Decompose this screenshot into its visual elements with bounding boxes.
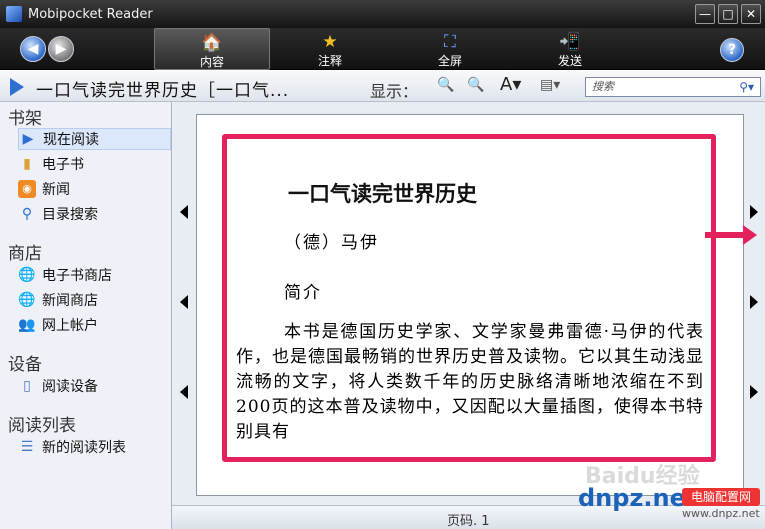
window-title: Mobipocket Reader: [28, 6, 153, 22]
book-title: 一口气读完世界历史［一口气...: [36, 81, 290, 101]
search-placeholder: 搜索: [592, 80, 614, 93]
sidebar-item-ebook-store[interactable]: 🌐 电子书商店: [18, 264, 171, 286]
app-icon: [6, 6, 22, 22]
book-info-bar: 一口气读完世界历史［一口气... 显示： 🔍 🔍 A▾ ▤▾ 搜索 ⚲▾: [0, 71, 765, 102]
section-reading-list: 阅读列表: [8, 416, 76, 436]
zoom-in-icon[interactable]: 🔍: [467, 77, 484, 93]
sidebar-item-label: 电子书: [42, 157, 84, 173]
globe-rss-icon: 🌐: [18, 292, 36, 308]
star-icon: ★: [322, 32, 338, 52]
send-device-icon: 📲: [559, 32, 581, 52]
content-button[interactable]: 🏠 内容: [154, 28, 270, 70]
next-page-arrow-mid[interactable]: [750, 295, 758, 309]
section-bookshelf: 书架: [8, 109, 42, 129]
users-icon: 👥: [18, 317, 36, 333]
play-icon: ▶: [22, 131, 34, 147]
font-size-icon[interactable]: A▾: [500, 74, 521, 95]
sidebar-item-label: 新的阅读列表: [42, 440, 126, 456]
zoom-out-icon[interactable]: 🔍: [437, 77, 454, 93]
title-bar: Mobipocket Reader — □ ✕: [0, 0, 765, 28]
send-button[interactable]: 📲 发送: [540, 28, 600, 70]
annotate-button[interactable]: ★ 注释: [300, 28, 360, 70]
forward-button[interactable]: ▶: [48, 36, 74, 62]
device-icon: ▯: [23, 378, 31, 394]
play-icon: [10, 78, 24, 96]
annotation-highlight-box: [222, 134, 716, 462]
sidebar-item-label: 阅读设备: [42, 379, 98, 395]
annotate-label: 注释: [317, 54, 342, 68]
section-devices: 设备: [8, 355, 42, 375]
page-number: 页码. 1: [447, 514, 490, 529]
home-icon: 🏠: [201, 33, 223, 53]
close-button[interactable]: ✕: [741, 4, 761, 24]
search-icon[interactable]: ⚲▾: [739, 78, 754, 96]
prev-page-arrow-mid[interactable]: [180, 295, 188, 309]
sidebar-item-reading-device[interactable]: ▯ 阅读设备: [18, 375, 171, 397]
fullscreen-icon: ⛶: [444, 32, 456, 52]
main-toolbar: ◀ ▶ 🏠 内容 ★ 注释 ⛶ 全屏 📲 发送 ?: [0, 28, 765, 70]
content-label: 内容: [199, 55, 224, 69]
sidebar-item-new-reading-list[interactable]: ☰ 新的阅读列表: [18, 436, 171, 458]
annotation-arrow: [705, 225, 757, 245]
layout-icon[interactable]: ▤▾: [540, 77, 560, 93]
display-label: 显示：: [370, 82, 419, 101]
back-button[interactable]: ◀: [20, 36, 46, 62]
site-watermark-badge: 电脑配置网: [682, 488, 760, 506]
minimize-button[interactable]: —: [695, 4, 715, 24]
next-page-arrow-bottom[interactable]: [750, 385, 758, 399]
sidebar-item-label: 电子书商店: [42, 268, 112, 284]
sidebar-item-label: 网上帐户: [42, 318, 98, 334]
prev-page-arrow-bottom[interactable]: [180, 385, 188, 399]
section-store: 商店: [8, 244, 42, 264]
search-input[interactable]: 搜索 ⚲▾: [585, 77, 761, 97]
site-watermark-url: www.dnpz.net: [682, 507, 760, 520]
books-icon: ▮: [23, 156, 31, 172]
sidebar-item-label: 现在阅读: [43, 132, 99, 148]
maximize-button[interactable]: □: [718, 4, 738, 24]
fullscreen-label: 全屏: [437, 54, 462, 68]
list-icon: ☰: [20, 439, 34, 455]
fullscreen-button[interactable]: ⛶ 全屏: [420, 28, 480, 70]
help-button[interactable]: ?: [720, 38, 744, 62]
site-watermark: dnpz.net: [578, 484, 698, 512]
send-label: 发送: [557, 54, 582, 68]
window-controls: — □ ✕: [695, 4, 761, 24]
sidebar-item-online-account[interactable]: 👥 网上帐户: [18, 314, 171, 336]
globe-icon: 🌐: [18, 267, 36, 283]
sidebar-item-label: 新闻商店: [42, 293, 98, 309]
sidebar-item-news-store[interactable]: 🌐 新闻商店: [18, 289, 171, 311]
sidebar-item-now-reading[interactable]: ▶ 现在阅读: [18, 128, 171, 150]
sidebar-item-ebooks[interactable]: ▮ 电子书: [18, 153, 171, 175]
